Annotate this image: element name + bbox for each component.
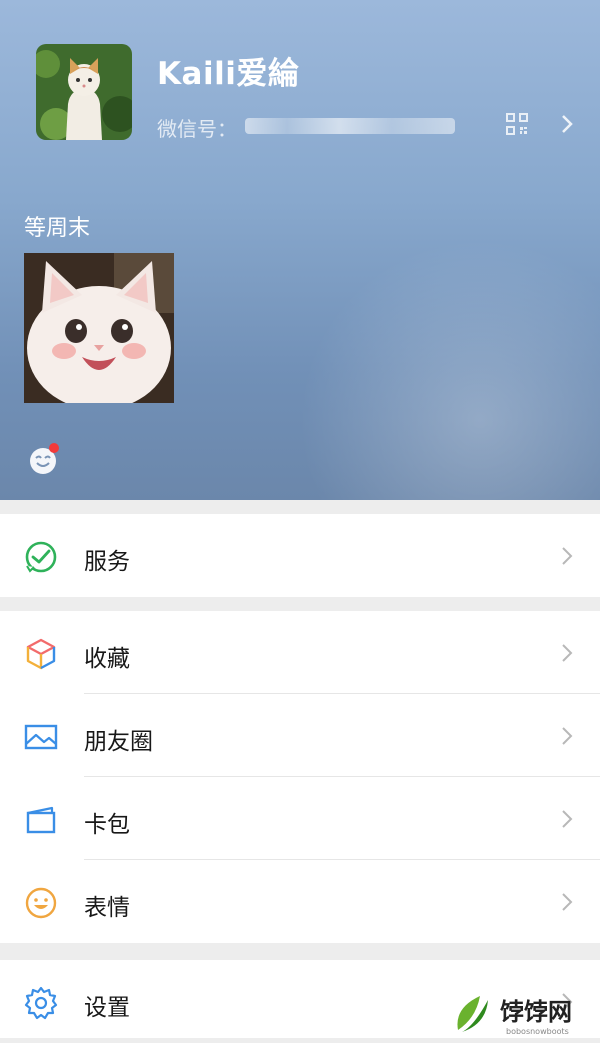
favorites-icon [26, 638, 56, 670]
menu-item-services[interactable]: 服务 [0, 514, 600, 597]
wechat-id-label: 微信号： [157, 117, 237, 141]
wechat-id-value-redacted [245, 118, 455, 134]
chevron-right-icon [562, 547, 573, 565]
watermark-site: bobosnowboots [506, 1027, 569, 1036]
menu-label-stickers: 表情 [84, 895, 130, 921]
moments-icon [24, 724, 58, 750]
chevron-right-icon [562, 810, 573, 828]
watermark-logo: 饽饽网 bobosnowboots [457, 996, 572, 1036]
menu-label-settings: 设置 [84, 995, 130, 1021]
gear-icon [24, 986, 58, 1020]
menu-item-favorites[interactable]: 收藏 [0, 611, 600, 694]
menu-label-moments: 朋友圈 [84, 729, 153, 755]
chevron-right-icon [562, 644, 573, 662]
chevron-right-icon[interactable] [555, 112, 579, 136]
stickers-icon [25, 887, 57, 919]
menu-item-stickers[interactable]: 表情 [0, 860, 600, 943]
chevron-right-icon [562, 893, 573, 911]
status-image[interactable] [24, 253, 174, 403]
main-menu-group: 收藏 朋友圈 卡包 表情 [0, 611, 600, 943]
avatar[interactable] [36, 44, 132, 140]
menu-item-moments[interactable]: 朋友圈 [0, 694, 600, 777]
services-icon [25, 541, 57, 573]
qr-code-icon[interactable] [506, 113, 528, 135]
watermark-brand: 饽饽网 [500, 998, 572, 1026]
status-text: 等周末 [24, 216, 91, 241]
watermark: 饽饽网 bobosnowboots [450, 990, 600, 1038]
menu-item-cards[interactable]: 卡包 [0, 777, 600, 860]
menu-label-favorites: 收藏 [84, 646, 130, 672]
menu-label-services: 服务 [84, 549, 130, 575]
mood-status-icon[interactable] [28, 442, 62, 476]
profile-header: Kaili爱綸 微信号： 等周末 [0, 0, 600, 500]
profile-name: Kaili爱綸 [157, 56, 300, 92]
notification-dot [49, 443, 59, 453]
chevron-right-icon [562, 727, 573, 745]
menu-label-cards: 卡包 [84, 812, 130, 838]
services-group: 服务 [0, 514, 600, 597]
card-wallet-icon [26, 806, 56, 834]
